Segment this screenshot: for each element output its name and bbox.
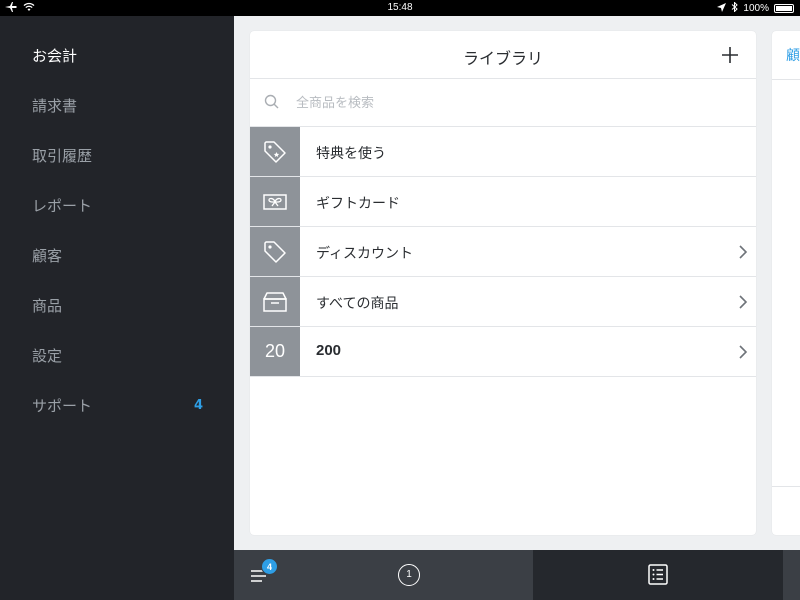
category-thumbnail: 20 — [250, 327, 300, 376]
sidebar-item-transactions[interactable]: 取引履歴 — [32, 141, 212, 171]
list-view-button[interactable] — [648, 564, 668, 585]
sidebar-item-label: サポート — [32, 397, 93, 415]
sidebar-item-label: 取引履歴 — [32, 147, 93, 165]
support-badge: 4 — [193, 398, 203, 413]
sidebar-item-label: 顧客 — [32, 247, 63, 265]
sidebar: お会計 請求書 取引履歴 レポート 顧客 商品 設定 サポート 4 — [0, 16, 234, 600]
sidebar-item-support[interactable]: サポート 4 — [32, 391, 212, 421]
sidebar-item-label: 請求書 — [32, 97, 78, 115]
row-label: 200 — [316, 342, 342, 359]
sidebar-item-label: お会計 — [32, 47, 78, 65]
list-icon — [648, 564, 668, 585]
sales-count-button[interactable]: 1 — [398, 564, 420, 586]
sidebar-item-settings[interactable]: 設定 — [32, 341, 212, 371]
toolbar-edge — [783, 550, 800, 600]
battery-percent: 100% — [743, 3, 769, 14]
item-box-icon — [250, 277, 300, 326]
library-panel: ライブラリ 特典を使う ギフトカード ディスカウント — [250, 31, 756, 535]
sidebar-item-items[interactable]: 商品 — [32, 291, 212, 321]
sidebar-item-reports[interactable]: レポート — [32, 191, 212, 221]
sidebar-item-invoices[interactable]: 請求書 — [32, 91, 212, 121]
library-row-gift-card[interactable]: ギフトカード — [250, 177, 756, 227]
library-row-all-items[interactable]: すべての商品 — [250, 277, 756, 327]
gift-card-icon — [250, 177, 300, 226]
battery-icon — [774, 4, 794, 13]
location-icon — [717, 2, 727, 15]
sidebar-item-label: レポート — [32, 197, 93, 215]
library-row-discounts[interactable]: ディスカウント — [250, 227, 756, 277]
sidebar-item-label: 設定 — [32, 347, 63, 365]
chevron-right-icon — [738, 244, 748, 264]
sidebar-item-customers[interactable]: 顧客 — [32, 241, 212, 271]
reward-tag-icon — [250, 127, 300, 176]
plus-icon — [722, 47, 738, 63]
row-label: ギフトカード — [316, 196, 400, 212]
thumbnail-text: 20 — [264, 341, 286, 361]
add-button[interactable] — [714, 39, 746, 71]
divider — [772, 79, 800, 80]
row-label: 特典を使う — [316, 146, 386, 162]
customer-panel-header[interactable]: 顧 — [786, 45, 800, 65]
search-bar — [250, 79, 756, 127]
library-row-category-200[interactable]: 20 200 — [250, 327, 756, 377]
sidebar-item-checkout[interactable]: お会計 — [32, 41, 212, 71]
sidebar-item-label: 商品 — [32, 297, 63, 315]
notification-badge: 4 — [261, 558, 278, 575]
status-bar: 15:48 100% — [0, 0, 800, 16]
library-header: ライブラリ — [250, 31, 756, 79]
library-row-rewards[interactable]: 特典を使う — [250, 127, 756, 177]
search-icon — [264, 94, 280, 114]
divider — [772, 486, 800, 487]
status-time: 15:48 — [387, 2, 413, 13]
bottom-toolbar: 4 1 — [234, 550, 800, 600]
customer-panel: 顧 — [772, 31, 800, 535]
library-title: ライブラリ — [462, 49, 543, 68]
row-label: すべての商品 — [316, 296, 399, 312]
row-label: ディスカウント — [316, 246, 414, 262]
bluetooth-icon — [731, 1, 739, 15]
search-input[interactable] — [296, 91, 736, 115]
chevron-right-icon — [738, 344, 748, 364]
chevron-right-icon — [738, 294, 748, 314]
discount-tag-icon — [250, 227, 300, 276]
